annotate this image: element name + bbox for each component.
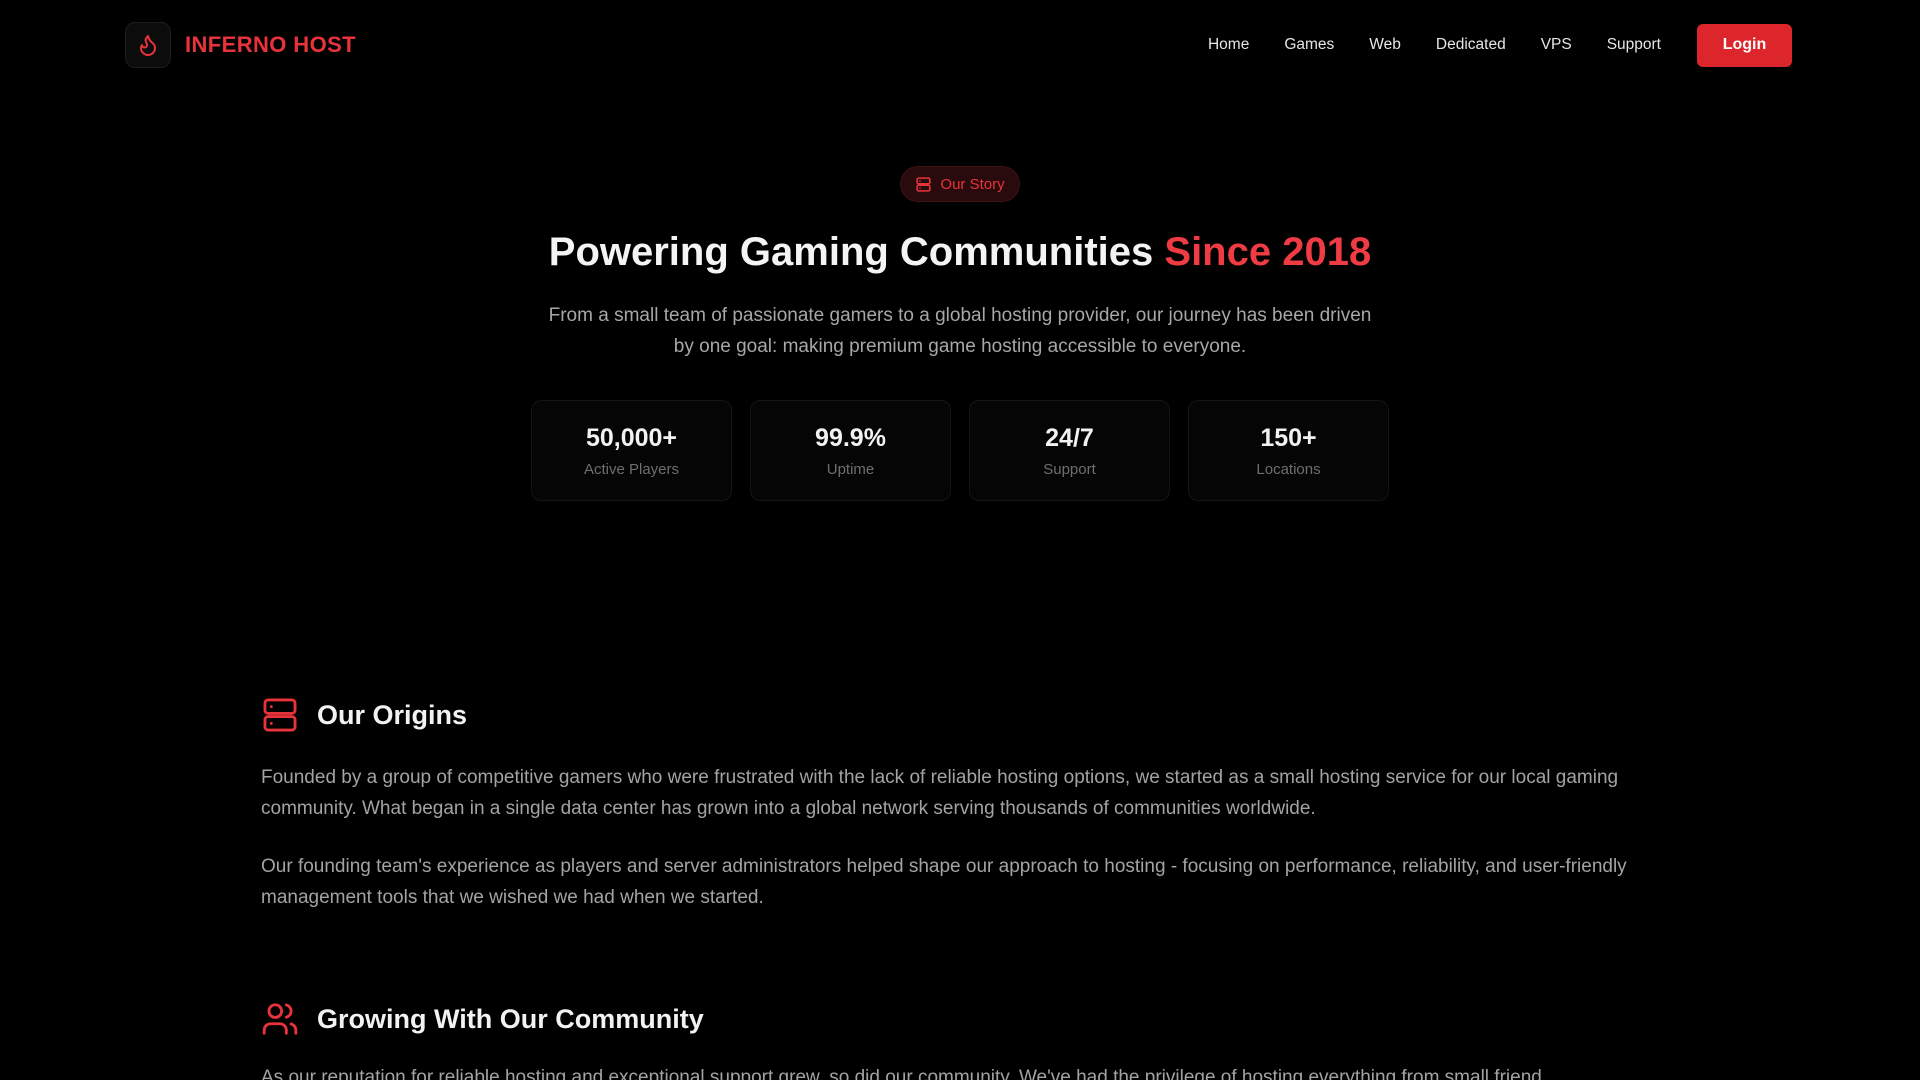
server-icon: [916, 176, 932, 192]
origins-title: Our Origins: [317, 699, 468, 730]
brand-name: INFERNO HOST: [185, 32, 357, 57]
server-icon: [263, 698, 297, 732]
stat-card-locations: 150+ Locations: [1188, 400, 1389, 501]
community-heading: Growing With Our Community: [261, 1000, 1661, 1038]
origins-heading: Our Origins: [261, 696, 1661, 734]
nav-link-web[interactable]: Web: [1369, 36, 1401, 54]
stat-card-active-players: 50,000+ Active Players: [531, 400, 732, 501]
hero-title-main: Powering Gaming Communities: [548, 230, 1165, 274]
community-paragraph-1: As our reputation for reliable hosting a…: [261, 1067, 1542, 1080]
brand-logo: [125, 22, 171, 68]
stat-label: Support: [1043, 460, 1096, 478]
main-nav: Home Games Web Dedicated VPS Support Log…: [1208, 23, 1792, 67]
stat-label: Locations: [1256, 460, 1321, 478]
login-button[interactable]: Login: [1697, 23, 1792, 67]
origins-body: Founded by a group of competitive gamers…: [261, 762, 1661, 913]
stat-card-support: 24/7 Support: [969, 400, 1170, 501]
origins-paragraph-2: Our founding team's experience as player…: [261, 856, 1627, 908]
origins-section: Our Origins Founded by a group of compet…: [261, 696, 1661, 913]
stat-value: 99.9%: [815, 423, 886, 452]
badge-label: Our Story: [940, 175, 1005, 193]
hero-section: Our Story Powering Gaming Communities Si…: [0, 166, 1920, 501]
hero-title: Powering Gaming Communities Since 2018: [0, 228, 1920, 276]
users-icon: [262, 1003, 298, 1035]
nav-link-dedicated[interactable]: Dedicated: [1436, 36, 1506, 54]
hero-subtitle: From a small team of passionate gamers t…: [548, 305, 1372, 357]
stat-card-uptime: 99.9% Uptime: [750, 400, 951, 501]
stats-row: 50,000+ Active Players 99.9% Uptime 24/7…: [0, 400, 1920, 501]
stat-value: 50,000+: [585, 423, 678, 452]
brand[interactable]: INFERNO HOST: [125, 22, 356, 68]
flame-icon: [140, 35, 156, 56]
origins-paragraph-1: Founded by a group of competitive gamers…: [261, 767, 1619, 819]
nav-link-vps[interactable]: VPS: [1541, 36, 1572, 54]
nav-link-games[interactable]: Games: [1284, 36, 1334, 54]
community-section: Growing With Our Community As our reputa…: [261, 1000, 1661, 1080]
top-navbar: INFERNO HOST Home Games Web Dedicated VP…: [0, 0, 1920, 90]
nav-link-home[interactable]: Home: [1208, 36, 1249, 54]
nav-link-support[interactable]: Support: [1607, 36, 1661, 54]
community-title: Growing With Our Community: [317, 1003, 704, 1034]
stat-label: Active Players: [583, 460, 680, 478]
stat-value: 150+: [1260, 423, 1317, 452]
hero-title-accent: Since 2018: [1164, 230, 1372, 274]
page: INFERNO HOST Home Games Web Dedicated VP…: [0, 0, 1920, 1080]
stat-label: Uptime: [826, 460, 875, 478]
stat-value: 24/7: [1045, 423, 1094, 452]
our-story-badge: Our Story: [900, 166, 1020, 202]
community-body: As our reputation for reliable hosting a…: [261, 1062, 1661, 1080]
